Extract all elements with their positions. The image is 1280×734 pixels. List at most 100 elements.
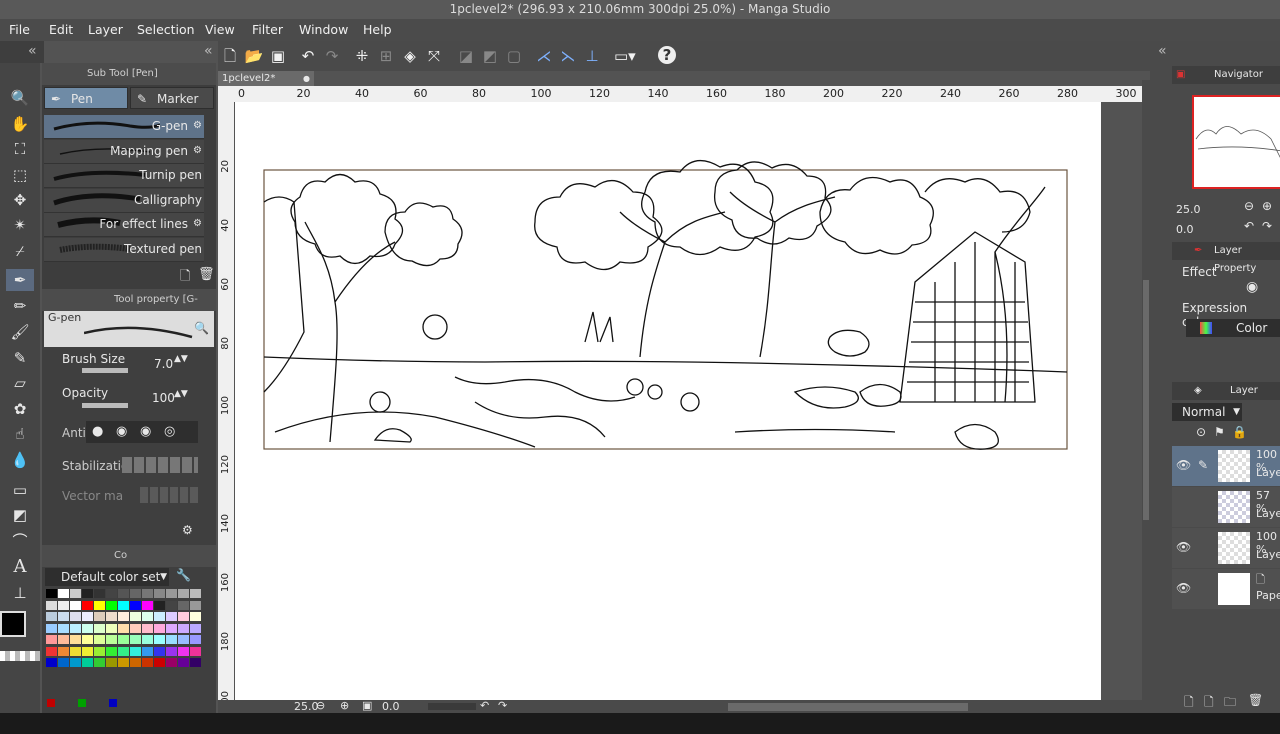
color-swatch[interactable] [190,623,201,633]
color-swatch[interactable] [142,635,153,644]
canvas-paper[interactable] [235,102,1101,700]
recent-color-red[interactable] [47,699,55,707]
color-swatch[interactable] [70,623,81,633]
color-swatch[interactable] [82,589,93,598]
operation-tool-icon[interactable]: ⛶ [6,138,34,160]
color-swatch[interactable] [58,589,69,598]
color-swatch[interactable] [106,658,117,667]
layer-row[interactable]: 👁 ✎ 100 % Laye [1172,446,1280,486]
color-swatch[interactable] [118,612,129,621]
color-swatch[interactable] [130,589,141,598]
color-swatch[interactable] [70,658,81,667]
display-settings-icon[interactable]: ▭▾ [614,46,636,66]
color-swatch[interactable] [106,646,117,656]
subtool-mapping-pen[interactable]: Mapping pen ⚙ [44,140,204,164]
color-swatch[interactable] [178,646,189,656]
g-pen-settings-icon[interactable]: ⚙ [193,120,202,131]
color-swatch[interactable] [190,589,201,598]
color-swatch[interactable] [70,635,81,644]
color-swatch[interactable] [154,658,165,667]
aa-weak-icon[interactable]: ◉ [116,424,127,439]
brush-size-slider[interactable] [82,368,128,373]
scale-icon[interactable]: ⊞ [376,46,396,66]
color-swatch[interactable] [46,612,57,621]
color-swatch[interactable] [118,623,129,633]
layer-row[interactable]: 👁 🗋 Pape [1172,569,1280,609]
color-swatch[interactable] [82,612,93,621]
figure-tool-icon[interactable]: ▭ [6,479,34,501]
color-swatch[interactable] [46,600,57,610]
clip-layer-icon[interactable]: ⊙ [1196,425,1206,439]
color-swatch[interactable] [154,623,165,633]
blend-icon[interactable]: ☝ [6,423,34,445]
ruler-snap-icon[interactable]: ⋌ [534,46,554,66]
color-swatch[interactable] [82,658,93,667]
color-swatch[interactable] [94,589,105,598]
color-swatch[interactable] [70,589,81,598]
color-swatch[interactable] [154,589,165,598]
hand-tool-icon[interactable]: ✋ [6,113,34,135]
decoration-icon[interactable]: ✿ [6,398,34,420]
fill-icon[interactable]: ◈ [400,46,420,66]
visibility-eye-icon[interactable]: 👁 [1176,458,1191,472]
color-swatch[interactable] [94,623,105,633]
move-layer-icon[interactable]: ✥ [6,189,34,211]
opacity-value[interactable]: 100 [152,391,175,405]
color-swatch-grid[interactable] [46,589,202,693]
new-vector-layer-icon[interactable]: 🗋 [1204,693,1214,714]
navigator-rotation-value[interactable]: 0.0 [1176,223,1194,236]
eyedropper-icon[interactable]: ⌿ [6,240,34,262]
color-swatch[interactable] [106,600,117,610]
special-ruler-snap-icon[interactable]: ⋋ [558,46,578,66]
menu-edit[interactable]: Edit [49,22,73,37]
aa-mid-icon[interactable]: ◉ [140,424,151,439]
color-swatch[interactable] [142,600,153,610]
zoom-tool-icon[interactable]: 🔍 [6,87,34,109]
color-swatch[interactable] [94,612,105,621]
airbrush-icon[interactable]: ✎ [6,347,34,369]
blend-mode-dropdown[interactable]: Normal ▼ [1172,403,1242,421]
new-folder-icon[interactable]: 🗀 [1224,693,1236,714]
color-swatch[interactable] [130,623,141,633]
color-swatch[interactable] [178,600,189,610]
antialiasing-selector[interactable]: ● ◉ ◉ ◎ [86,421,198,443]
zoom-out-icon[interactable]: ⊖ [316,699,325,712]
grid-snap-icon[interactable]: ⊥ [582,46,602,66]
color-swatch[interactable] [178,589,189,598]
color-swatch[interactable] [58,646,69,656]
color-swatch[interactable] [190,635,201,644]
effect-border-icon[interactable]: ◉ [1246,279,1258,295]
color-swatch[interactable] [58,658,69,667]
color-swatch[interactable] [46,646,57,656]
color-swatch[interactable] [118,646,129,656]
color-swatch[interactable] [154,612,165,621]
color-swatch[interactable] [166,646,177,656]
navigator-zoom-value[interactable]: 25.0 [1176,203,1201,216]
magnify-preview-icon[interactable]: 🔍 [194,321,209,335]
menu-window[interactable]: Window [299,22,348,37]
color-swatch[interactable] [166,658,177,667]
tab-pen[interactable]: ✒ Pen [44,87,128,109]
color-swatch[interactable] [82,646,93,656]
navigator-preview[interactable] [1192,95,1280,189]
color-swatch[interactable] [178,623,189,633]
color-swatch[interactable] [154,600,165,610]
fill-tool-icon[interactable]: 💧 [6,449,34,471]
subtool-calligraphy[interactable]: Calligraphy [44,189,204,213]
zoom-in-icon[interactable]: ⊕ [340,699,349,712]
color-swatch[interactable] [166,623,177,633]
zoom-slider[interactable] [428,703,476,710]
color-swatch[interactable] [106,635,117,644]
brush-tool-icon[interactable]: 🖌 [6,321,34,343]
color-swatch[interactable] [94,646,105,656]
new-raster-layer-icon[interactable]: 🗋 [1184,693,1194,714]
open-file-icon[interactable]: 📂 [244,46,264,66]
color-swatch[interactable] [178,635,189,644]
subtool-textured-pen[interactable]: Textured pen [44,238,204,262]
color-swatch[interactable] [142,646,153,656]
color-swatch[interactable] [166,600,177,610]
color-swatch[interactable] [82,600,93,610]
help-icon[interactable]: ? [658,46,676,64]
layer-row[interactable]: 57 % Laye [1172,487,1280,527]
pen-tool-icon[interactable]: ✒ [6,269,34,291]
